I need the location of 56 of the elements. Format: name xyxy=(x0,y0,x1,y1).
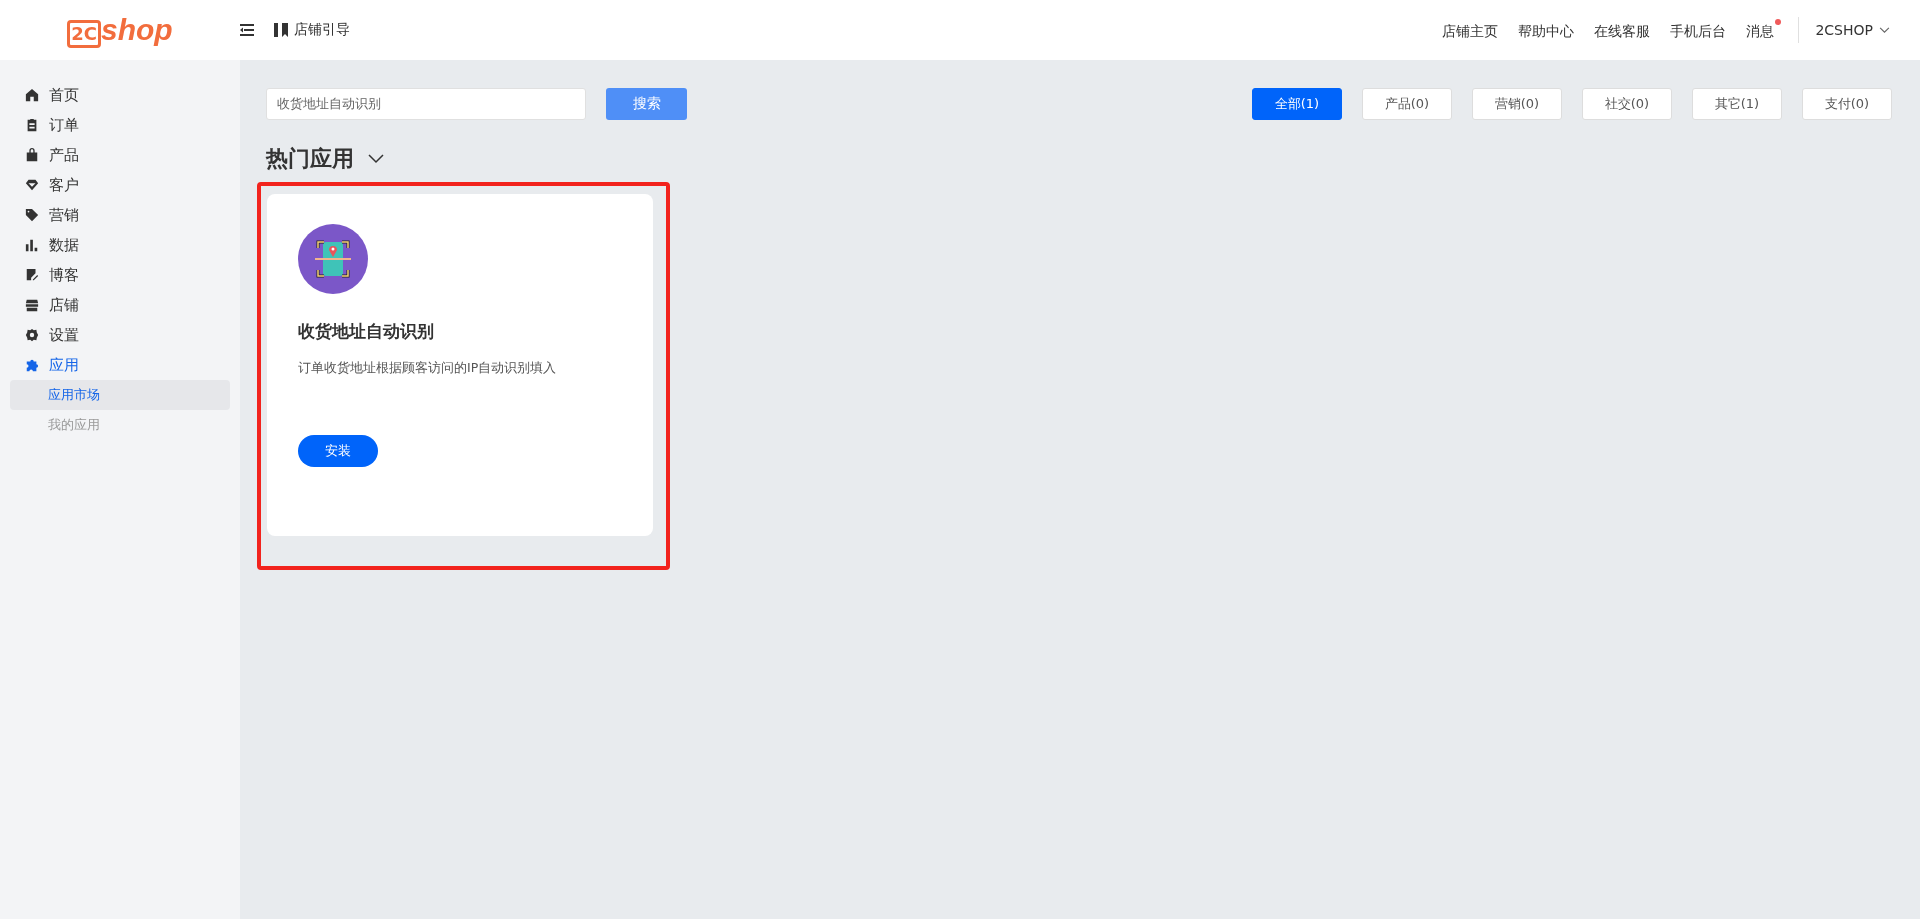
nav-label: 营销 xyxy=(49,205,79,225)
gear-icon xyxy=(25,328,39,342)
nav-label: 店铺 xyxy=(49,295,79,315)
filter-tab[interactable]: 支付(0) xyxy=(1802,88,1892,120)
chevron-down-icon xyxy=(1879,26,1890,34)
nav-label: 应用 xyxy=(49,355,79,375)
map-phone-icon xyxy=(298,224,368,294)
app-name: 收货地址自动识别 xyxy=(298,320,435,343)
menu-icon[interactable] xyxy=(240,24,254,36)
nav-item[interactable]: 博客 xyxy=(0,260,240,290)
nav-item[interactable]: 设置 xyxy=(0,320,240,350)
logo-text: shop xyxy=(101,12,173,47)
nav-item[interactable]: 客户 xyxy=(0,170,240,200)
nav-label: 博客 xyxy=(49,265,79,285)
account-menu[interactable]: 2CSHOP xyxy=(1815,22,1890,38)
book-icon xyxy=(274,23,288,37)
header-link[interactable]: 帮助中心 xyxy=(1518,17,1583,43)
nav-item[interactable]: 营销 xyxy=(0,200,240,230)
nav-label: 订单 xyxy=(49,115,79,135)
nav-label: 产品 xyxy=(49,145,79,165)
filter-tab[interactable]: 营销(0) xyxy=(1472,88,1562,120)
nav-label: 首页 xyxy=(49,85,79,105)
logo-mark: 2C xyxy=(67,19,102,48)
section-title: 热门应用 xyxy=(266,145,354,173)
tag-icon xyxy=(25,208,39,222)
nav-item[interactable]: 首页 xyxy=(0,80,240,110)
header-link[interactable]: 手机后台 xyxy=(1670,17,1735,43)
store-icon xyxy=(25,298,39,312)
nav-item[interactable]: 应用 xyxy=(0,350,240,380)
nav-item[interactable]: 产品 xyxy=(0,140,240,170)
gem-icon xyxy=(25,178,39,192)
header-link[interactable]: 在线客服 xyxy=(1594,17,1659,43)
app-description: 订单收货地址根据顾客访问的IP自动识别填入 xyxy=(298,360,558,377)
filter-tab[interactable]: 社交(0) xyxy=(1582,88,1672,120)
edit-icon xyxy=(25,268,39,282)
puzzle-icon xyxy=(25,358,39,372)
guide-link[interactable]: 店铺引导 xyxy=(294,21,350,39)
nav-label: 设置 xyxy=(49,325,79,345)
filter-tab[interactable]: 产品(0) xyxy=(1362,88,1452,120)
header-link[interactable]: 消息 xyxy=(1746,17,1783,43)
filter-tab[interactable]: 全部(1) xyxy=(1252,88,1342,120)
header-link[interactable]: 店铺主页 xyxy=(1442,17,1507,43)
clipboard-icon xyxy=(25,118,39,132)
nav-item[interactable]: 订单 xyxy=(0,110,240,140)
caret-icon[interactable] xyxy=(368,154,384,164)
nav-label: 客户 xyxy=(49,175,79,195)
search-field[interactable]: 收货地址自动识别 xyxy=(266,88,586,120)
home-icon xyxy=(25,88,39,102)
nav-item[interactable]: 数据 xyxy=(0,230,240,260)
install-button[interactable]: 安装 xyxy=(298,435,378,467)
bag-icon xyxy=(25,148,39,162)
nav-subitem[interactable]: 应用市场 xyxy=(10,380,230,410)
nav-label: 数据 xyxy=(49,235,79,255)
nav-item[interactable]: 店铺 xyxy=(0,290,240,320)
filter-tab[interactable]: 其它(1) xyxy=(1692,88,1782,120)
chart-icon xyxy=(25,238,39,252)
